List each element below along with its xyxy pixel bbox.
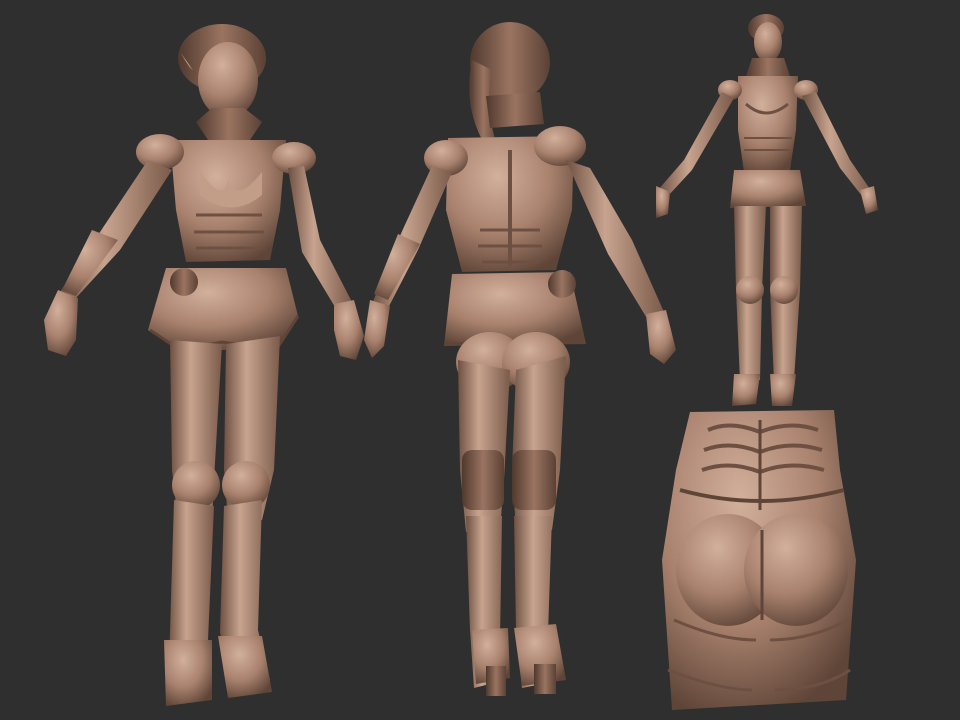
front-view: [44, 24, 364, 706]
back-view: [364, 22, 676, 696]
sculpt-turnaround-canvas: [0, 0, 960, 720]
sculpt-render: [44, 14, 878, 710]
small-front-view: [656, 14, 878, 406]
hip-detail-view: [662, 410, 856, 710]
